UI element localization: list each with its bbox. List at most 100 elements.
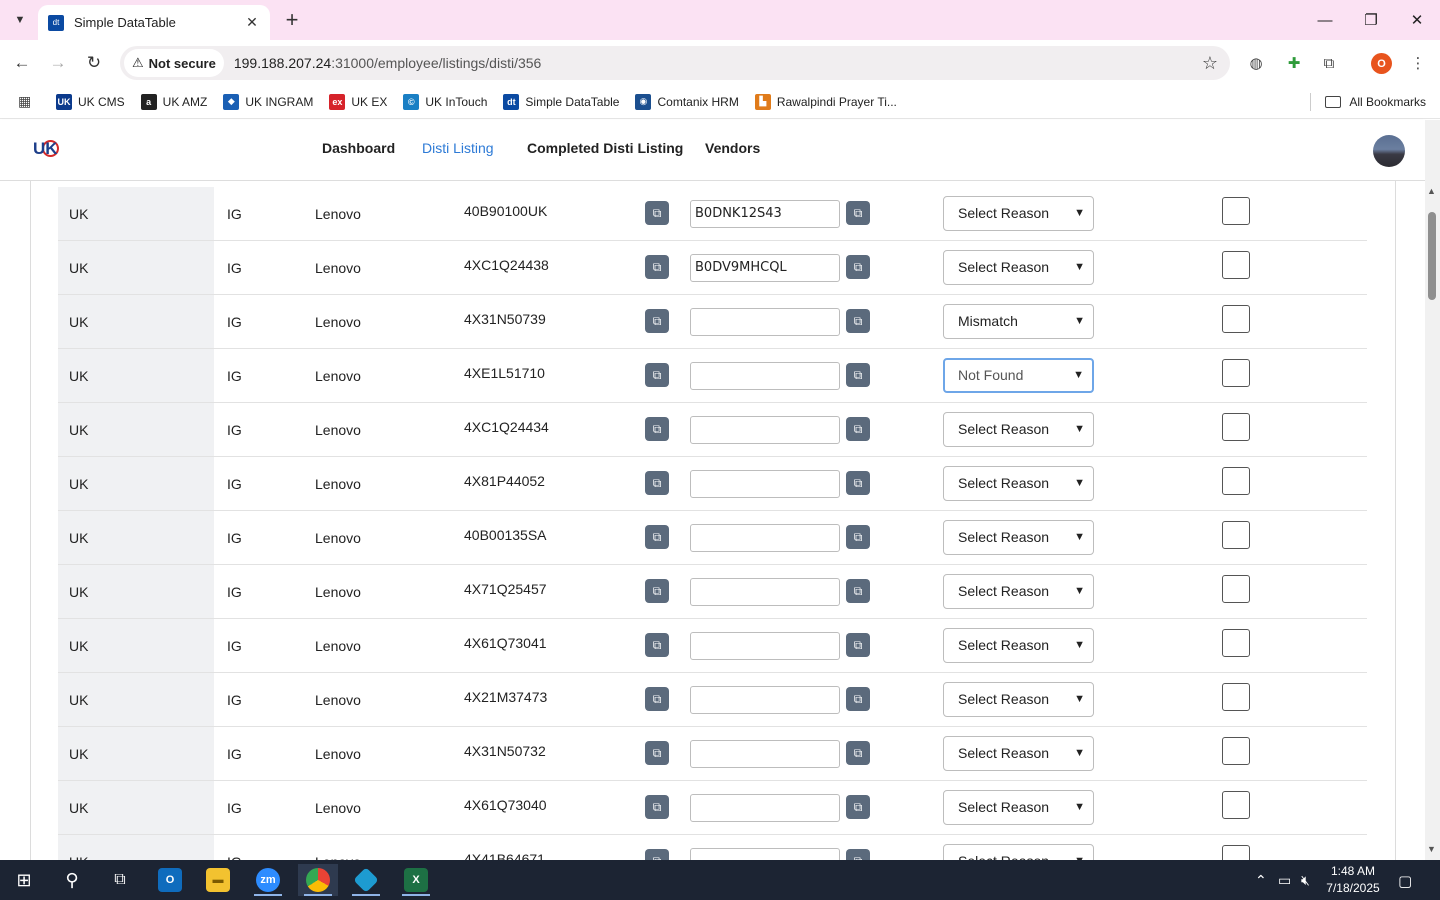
row-checkbox[interactable] [1222,791,1250,819]
row-checkbox[interactable] [1222,737,1250,765]
copy-part-button[interactable]: ⧉ [645,363,669,387]
copy-asin-button[interactable]: ⧉ [846,201,870,225]
asin-input[interactable] [690,632,840,660]
asin-input[interactable] [690,470,840,498]
asin-input[interactable] [690,578,840,606]
copy-part-button[interactable]: ⧉ [645,525,669,549]
reason-select[interactable]: Select Reason ▼ [943,574,1094,609]
reason-select[interactable]: Select Reason ▼ [943,196,1094,231]
asin-input[interactable] [690,686,840,714]
network-icon[interactable]: ▭ [1278,872,1291,889]
reload-icon[interactable]: ↻ [81,50,107,76]
nav-completed-disti-listing[interactable]: Completed Disti Listing [527,140,683,156]
copy-part-button[interactable]: ⧉ [645,471,669,495]
copy-asin-button[interactable]: ⧉ [846,417,870,441]
reason-select[interactable]: Select Reason ▼ [943,628,1094,663]
copy-part-button[interactable]: ⧉ [645,255,669,279]
row-checkbox[interactable] [1222,683,1250,711]
extensions-puzzle-icon[interactable]: ⧉ [1318,52,1340,74]
copy-asin-button[interactable]: ⧉ [846,255,870,279]
address-bar[interactable]: ⚠ Not secure 199.188.207.24:31000/employ… [120,46,1230,80]
copy-asin-button[interactable]: ⧉ [846,687,870,711]
row-checkbox[interactable] [1222,845,1250,860]
bookmark-item[interactable]: ◉ Comtanix HRM [635,93,739,110]
taskbar-app-diamond[interactable] [346,864,386,896]
taskbar-excel[interactable]: X [396,864,436,896]
reason-select[interactable]: Select Reason ▼ [943,520,1094,555]
browser-tab[interactable]: dt Simple DataTable ✕ [38,5,270,40]
asin-input[interactable] [690,362,840,390]
back-arrow-icon[interactable]: ← [9,50,35,76]
row-checkbox[interactable] [1222,521,1250,549]
asin-input[interactable] [690,740,840,768]
reason-select[interactable]: Select Reason ▼ [943,736,1094,771]
scroll-up-icon[interactable]: ▲ [1427,186,1436,196]
new-tab-plus-icon[interactable]: + [280,8,304,32]
copy-part-button[interactable]: ⧉ [645,579,669,603]
reason-select[interactable]: Select Reason ▼ [943,844,1094,860]
all-bookmarks[interactable]: All Bookmarks [1310,93,1426,111]
copy-asin-button[interactable]: ⧉ [846,471,870,495]
page-scrollbar[interactable]: ▲ ▼ [1425,120,1440,860]
uk-logo[interactable]: UK [33,139,59,161]
restore-icon[interactable]: ❐ [1356,8,1386,32]
row-checkbox[interactable] [1222,413,1250,441]
reason-select[interactable]: Select Reason ▼ [943,790,1094,825]
tray-chevron-up-icon[interactable]: ⌃ [1255,872,1267,889]
bookmark-item[interactable]: ◆ UK INGRAM [223,93,313,110]
task-view-icon[interactable]: ⧉ [100,864,140,896]
nav-dashboard[interactable]: Dashboard [322,140,395,156]
tab-search-chevron-icon[interactable]: ▼ [6,6,34,34]
taskbar-chrome[interactable] [298,864,338,896]
copy-asin-button[interactable]: ⧉ [846,849,870,860]
minimize-icon[interactable]: — [1310,8,1340,32]
window-close-icon[interactable]: ✕ [1402,8,1432,32]
reason-select[interactable]: Not Found ▼ [943,358,1094,393]
bookmark-item[interactable]: © UK InTouch [403,93,487,110]
copy-asin-button[interactable]: ⧉ [846,579,870,603]
row-checkbox[interactable] [1222,251,1250,279]
taskbar-outlook[interactable]: O [150,864,190,896]
copy-part-button[interactable]: ⧉ [645,849,669,860]
tab-close-icon[interactable]: ✕ [244,14,260,31]
asin-input[interactable] [690,848,840,860]
apps-grid-icon[interactable]: ▦ [18,93,34,110]
reason-select[interactable]: Select Reason ▼ [943,682,1094,717]
copy-asin-button[interactable]: ⧉ [846,795,870,819]
copy-part-button[interactable]: ⧉ [645,687,669,711]
reason-select[interactable]: Select Reason ▼ [943,412,1094,447]
asin-input[interactable] [690,524,840,552]
scroll-thumb[interactable] [1428,212,1436,300]
asin-input[interactable]: B0DNK12S43 [690,200,840,228]
reason-select[interactable]: Select Reason ▼ [943,250,1094,285]
copy-part-button[interactable]: ⧉ [645,633,669,657]
bookmark-item[interactable]: ▙ Rawalpindi Prayer Ti... [754,93,897,110]
row-checkbox[interactable] [1222,197,1250,225]
row-checkbox[interactable] [1222,305,1250,333]
scroll-down-icon[interactable]: ▼ [1427,844,1436,854]
taskbar-clock[interactable]: 1:48 AM 7/18/2025 [1320,863,1386,897]
reason-select[interactable]: Select Reason ▼ [943,466,1094,501]
copy-asin-button[interactable]: ⧉ [846,525,870,549]
kebab-menu-icon[interactable]: ⋮ [1407,52,1429,74]
asin-input[interactable] [690,308,840,336]
bookmark-item[interactable]: dt Simple DataTable [503,93,619,110]
security-chip[interactable]: ⚠ Not secure [124,49,224,77]
url-text[interactable]: 199.188.207.24:31000/employee/listings/d… [234,55,1198,71]
copy-part-button[interactable]: ⧉ [645,795,669,819]
bookmark-item[interactable]: a UK AMZ [140,93,207,110]
bookmark-item[interactable]: ex UK EX [329,93,387,110]
nav-vendors[interactable]: Vendors [705,140,760,156]
bookmark-item[interactable]: UK UK CMS [56,93,125,110]
copy-asin-button[interactable]: ⧉ [846,309,870,333]
notifications-icon[interactable]: ▢ [1398,872,1412,890]
profile-avatar[interactable]: O [1371,53,1392,74]
copy-part-button[interactable]: ⧉ [645,309,669,333]
search-icon[interactable]: ⚲ [52,864,92,896]
forward-arrow-icon[interactable]: → [45,50,71,76]
copy-part-button[interactable]: ⧉ [645,201,669,225]
row-checkbox[interactable] [1222,467,1250,495]
translate-globe-icon[interactable]: ◍ [1245,52,1267,74]
windows-start-icon[interactable]: ⊞ [4,864,44,896]
row-checkbox[interactable] [1222,359,1250,387]
